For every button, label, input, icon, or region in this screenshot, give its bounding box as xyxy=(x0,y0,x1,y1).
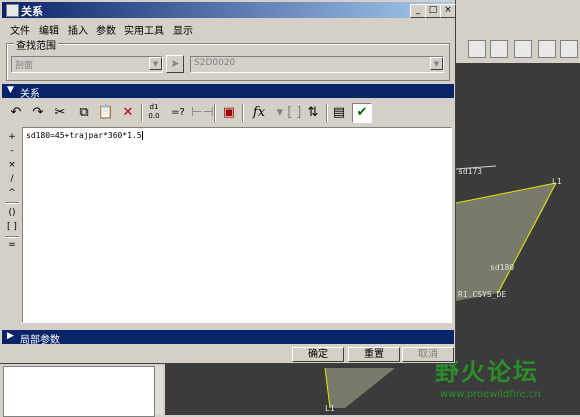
section-shape xyxy=(456,183,556,301)
cad-csys-label: R1.CSYS_DE xyxy=(458,290,507,299)
watermark-url: www.proewildfire.cn xyxy=(440,389,541,400)
operator-separator xyxy=(5,202,19,204)
chevron-down-icon[interactable]: ▼ xyxy=(149,57,162,70)
verify-icon[interactable]: ✔ xyxy=(352,103,372,123)
function-icon[interactable]: fx xyxy=(246,103,272,123)
menu-file[interactable]: 文件 xyxy=(10,22,30,37)
brackets-icon[interactable]: ▾ [ ] xyxy=(274,103,304,123)
paste-icon[interactable]: 📋 xyxy=(96,103,116,123)
expand-triangle-icon[interactable]: ▶ xyxy=(7,331,14,341)
relations-dialog: 关系 _ □ × 文件 编辑 插入 参数 实用工具 显示 查找范围 剖面 ▼ ➤… xyxy=(0,0,456,364)
sort-relations-icon[interactable]: ⇅ xyxy=(303,103,323,123)
menu-display[interactable]: 显示 xyxy=(173,22,193,37)
collapse-triangle-icon[interactable]: ▼ xyxy=(7,85,14,95)
layers-icon[interactable] xyxy=(538,40,556,58)
window-icon xyxy=(6,4,19,17)
switch-symbols-icon[interactable]: d1 0.0 xyxy=(144,103,164,123)
operator-divide-button[interactable]: / xyxy=(4,173,20,185)
scope-type-select[interactable]: 剖面 ▼ xyxy=(11,56,163,73)
toolbar-separator xyxy=(141,104,143,122)
search-scope-label: 查找范围 xyxy=(14,37,58,52)
operator-multiply-button[interactable]: × xyxy=(4,159,20,171)
text-caret xyxy=(141,131,143,140)
title-bar[interactable]: 关系 _ □ × xyxy=(2,2,456,18)
execute-icon[interactable]: ▤ xyxy=(329,103,349,123)
relation-line: sd180=45+trajpar*360*1.5 xyxy=(26,131,142,140)
cad-dimension-label: sd173 xyxy=(458,167,483,176)
operator-palette: + - × / ^ () [ ] = xyxy=(4,127,20,323)
model-tree-icon[interactable] xyxy=(560,40,578,58)
menu-utilities[interactable]: 实用工具 xyxy=(124,22,164,37)
redo-icon[interactable]: ↷ xyxy=(28,103,48,123)
menu-insert[interactable]: 插入 xyxy=(68,22,88,37)
scope-item-select[interactable]: S2D0020 ▼ xyxy=(190,56,444,73)
relations-section-header[interactable]: ▼ 关系 xyxy=(2,84,454,100)
close-button[interactable]: × xyxy=(440,4,456,18)
graphics-canvas[interactable]: sd173 L1 sd180 R1.CSYS_DE xyxy=(456,63,580,358)
switch-symbols-top: d1 xyxy=(149,103,159,111)
refit-icon[interactable] xyxy=(490,40,508,58)
cancel-button[interactable]: 取消 xyxy=(402,347,454,362)
unit-sensitive-icon[interactable]: ⊢⊣ xyxy=(191,103,214,123)
operator-power-button[interactable]: ^ xyxy=(4,187,20,199)
cad-line-label: L1 xyxy=(325,404,335,413)
relations-toolbar: ↶ ↷ ✂ ⧉ 📋 ✕ d1 0.0 =? ⊢⊣ ▣ fx ▾ [ ] ⇅ ▤ … xyxy=(2,100,454,126)
ok-button[interactable]: 确定 xyxy=(292,347,344,362)
operator-plus-button[interactable]: + xyxy=(4,131,20,143)
maximize-button[interactable]: □ xyxy=(425,4,441,18)
model-tree-scrollbar[interactable] xyxy=(154,366,163,415)
menu-parameters[interactable]: 参数 xyxy=(96,22,116,37)
operator-minus-button[interactable]: - xyxy=(4,145,20,157)
toolbar-separator xyxy=(326,104,328,122)
menu-bar: 文件 编辑 插入 参数 实用工具 显示 xyxy=(2,19,454,37)
cut-icon[interactable]: ✂ xyxy=(50,103,70,123)
toolbar-separator xyxy=(214,104,216,122)
select-arrow-icon[interactable]: ➤ xyxy=(166,55,184,73)
toolbar-separator xyxy=(242,104,244,122)
section-shape xyxy=(325,368,395,408)
zoom-icon[interactable] xyxy=(468,40,486,58)
background-toolbar xyxy=(456,0,580,64)
scope-item-value: S2D0020 xyxy=(194,58,236,68)
delete-icon[interactable]: ✕ xyxy=(118,103,138,123)
operator-separator xyxy=(5,236,19,238)
copy-icon[interactable]: ⧉ xyxy=(74,103,94,123)
relations-section-label: 关系 xyxy=(20,89,40,100)
operator-parentheses-button[interactable]: () xyxy=(4,207,20,219)
model-tree-list[interactable] xyxy=(3,366,155,417)
reset-button[interactable]: 重置 xyxy=(348,347,400,362)
chevron-down-icon[interactable]: ▼ xyxy=(430,57,443,70)
cad-dimension-label: sd180 xyxy=(490,263,515,272)
insert-parameter-icon[interactable]: ▣ xyxy=(219,103,239,123)
operator-equals-button[interactable]: = xyxy=(4,239,20,251)
window-title: 关系 xyxy=(21,5,43,18)
evaluate-icon[interactable]: =? xyxy=(168,103,188,123)
minimize-button[interactable]: _ xyxy=(410,4,426,18)
menu-edit[interactable]: 编辑 xyxy=(39,22,59,37)
local-params-section-header[interactable]: ▶ 局部参数 xyxy=(2,330,454,346)
cad-line-label: L1 xyxy=(552,177,562,186)
switch-symbols-bottom: 0.0 xyxy=(148,112,160,120)
relations-editor[interactable]: sd180=45+trajpar*360*1.5 xyxy=(22,127,452,323)
undo-icon[interactable]: ↶ xyxy=(6,103,26,123)
local-params-label: 局部参数 xyxy=(20,335,60,346)
operator-brackets-button[interactable]: [ ] xyxy=(4,221,20,233)
scope-type-value: 剖面 xyxy=(15,61,34,71)
view-orient-icon[interactable] xyxy=(514,40,532,58)
